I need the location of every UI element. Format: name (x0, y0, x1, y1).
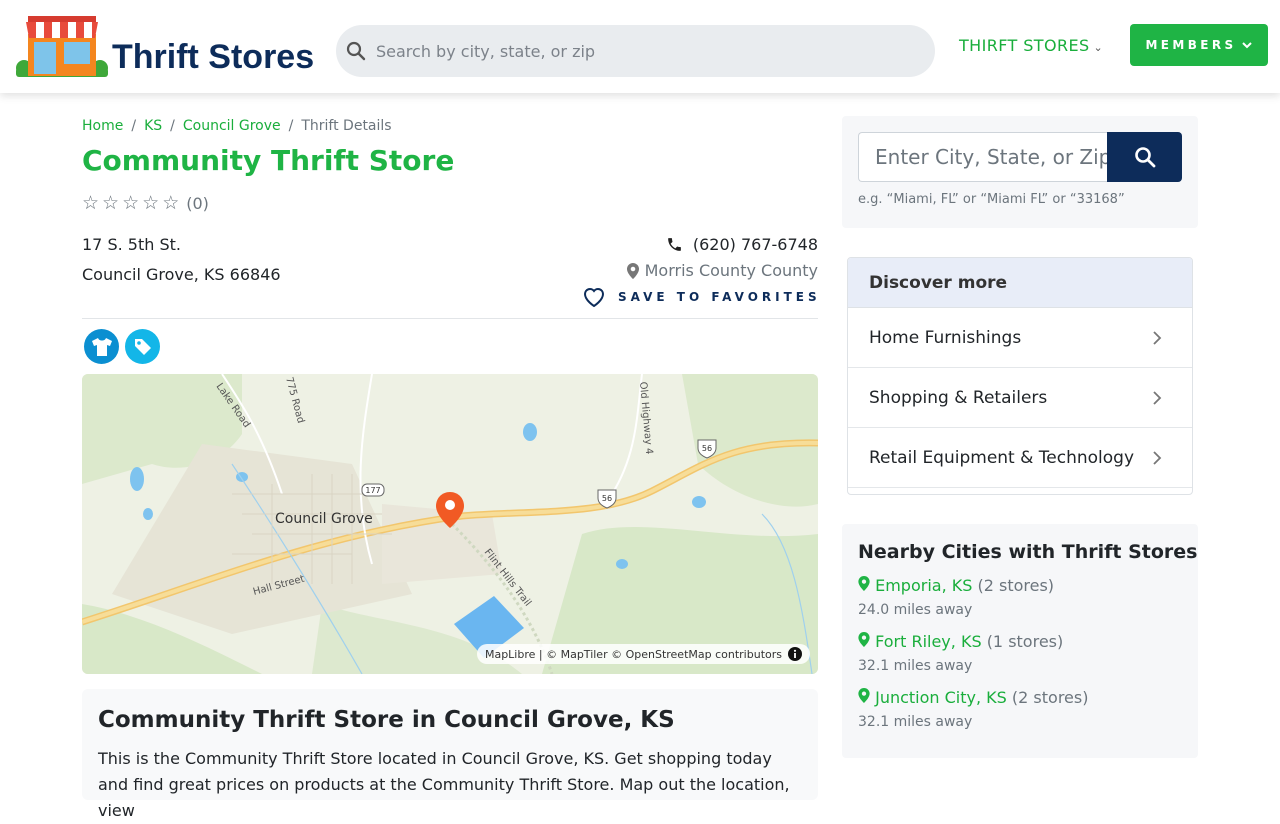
nav-thrift-stores-dropdown[interactable]: THIRFT STORES ⌄ (959, 36, 1103, 55)
search-icon (346, 41, 366, 61)
nearby-cities-title: Nearby Cities with Thrift Stores (858, 541, 1198, 563)
about-heading: Community Thrift Store in Council Grove,… (98, 707, 675, 733)
map-pin-icon (858, 688, 870, 703)
chevron-right-icon (1153, 330, 1162, 345)
page-title: Community Thrift Store (82, 144, 455, 177)
search-hint: e.g. “Miami, FL” or “Miami FL” or “33168… (858, 192, 1125, 207)
save-to-favorites-label: SAVE TO FAVORITES (618, 290, 821, 304)
discover-item-label: Retail Equipment & Technology (869, 447, 1135, 468)
site-header: Thrift Stores THIRFT STORES⌄ MEMBERS (0, 0, 1280, 93)
nearby-city-distance: 24.0 miles away (858, 602, 973, 618)
discover-item-label: Home Furnishings (869, 327, 1022, 348)
nearby-city-distance: 32.1 miles away (858, 714, 973, 730)
list-item: Emporia, KS (2 stores) (858, 576, 1054, 595)
map-canvas[interactable]: 177 56 56 Council Grove Lake Road 775 Ro… (82, 374, 818, 674)
map-pin-icon (858, 576, 870, 591)
chevron-right-icon (1153, 450, 1162, 465)
location-search-input[interactable] (858, 132, 1108, 182)
about-section: Community Thrift Store in Council Grove,… (82, 689, 818, 820)
map-attribution-text[interactable]: MapLibre | © MapTiler © OpenStreetMap co… (485, 648, 782, 661)
map-pin-icon (626, 262, 639, 279)
sidebar-search: e.g. “Miami, FL” or “Miami FL” or “33168… (842, 116, 1198, 228)
nearby-city-count: (2 stores) (977, 576, 1055, 595)
heart-icon (583, 288, 605, 308)
chevron-down-icon: ⌄ (1093, 41, 1104, 54)
header-search (336, 25, 935, 77)
route-56-label: 56 (702, 444, 712, 453)
brand-name: Thrift Stores (112, 38, 315, 76)
breadcrumb-current: Thrift Details (301, 118, 392, 134)
about-text: This is the Community Thrift Store locat… (98, 749, 790, 820)
rating-count: (0) (186, 193, 209, 213)
divider (82, 318, 818, 319)
star-icon[interactable]: ☆ (102, 192, 119, 214)
search-icon (1134, 147, 1155, 168)
map-attribution: MapLibre | © MapTiler © OpenStreetMap co… (476, 644, 810, 664)
nav-thrift-stores-label: THIRFT STORES (959, 36, 1090, 55)
map-pin-icon (858, 632, 870, 647)
rating-stars[interactable]: ☆ ☆ ☆ ☆ ☆ (0) (82, 192, 209, 214)
phone-link[interactable]: (620) 767-6748 (666, 235, 818, 254)
nearby-cities-panel: Nearby Cities with Thrift Stores Emporia… (842, 524, 1198, 758)
county-info: Morris County County (626, 261, 818, 280)
discover-item-home-furnishings[interactable]: Home Furnishings (848, 308, 1192, 368)
list-item: Fort Riley, KS (1 stores) (858, 632, 1063, 651)
tshirt-icon (91, 337, 112, 356)
star-icon[interactable]: ☆ (142, 192, 159, 214)
price-tag-category-badge[interactable] (125, 329, 160, 364)
list-item: Junction City, KS (2 stores) (858, 688, 1088, 707)
route-177-label: 177 (365, 486, 380, 495)
star-icon[interactable]: ☆ (122, 192, 139, 214)
nearby-city-link[interactable]: Emporia, KS (875, 576, 972, 595)
breadcrumb-state[interactable]: KS (144, 118, 162, 134)
price-tag-icon (134, 338, 151, 355)
info-icon[interactable] (788, 647, 802, 661)
discover-more-panel: Discover more Home Furnishings Shopping … (847, 257, 1193, 495)
members-button[interactable]: MEMBERS (1130, 24, 1268, 66)
phone-icon (667, 238, 681, 251)
breadcrumb-city[interactable]: Council Grove (183, 118, 281, 134)
breadcrumb: Home / KS / Council Grove / Thrift Details (82, 118, 392, 134)
chevron-right-icon (1153, 390, 1162, 405)
logo-link[interactable]: Thrift Stores (14, 14, 314, 78)
members-label: MEMBERS (1145, 38, 1237, 52)
route-177-shield: 177 (361, 483, 385, 497)
nearby-city-link[interactable]: Fort Riley, KS (875, 632, 982, 651)
discover-item-shopping-retailers[interactable]: Shopping & Retailers (848, 368, 1192, 428)
star-icon[interactable]: ☆ (82, 192, 99, 214)
map-town-label: Council Grove (275, 511, 373, 527)
discover-more-title: Discover more (848, 258, 1192, 308)
discover-item-retail-equipment[interactable]: Retail Equipment & Technology (848, 428, 1192, 488)
address-line-2: Council Grove, KS 66846 (82, 265, 281, 284)
nearby-city-link[interactable]: Junction City, KS (875, 688, 1007, 707)
discover-item-label: Shopping & Retailers (869, 387, 1048, 408)
store-map[interactable]: 177 56 56 Council Grove Lake Road 775 Ro… (82, 374, 818, 674)
save-to-favorites-button[interactable]: SAVE TO FAVORITES (582, 286, 821, 308)
nearby-city-distance: 32.1 miles away (858, 658, 973, 674)
nearby-city-count: (1 stores) (986, 632, 1064, 651)
phone-number: (620) 767-6748 (692, 235, 818, 254)
search-input[interactable] (376, 25, 916, 77)
clothing-category-badge[interactable] (84, 329, 119, 364)
star-icon[interactable]: ☆ (162, 192, 179, 214)
storefront-logo-icon (16, 16, 108, 77)
route-56-label: 56 (602, 494, 612, 503)
chevron-down-icon (1241, 42, 1252, 49)
nearby-city-count: (2 stores) (1011, 688, 1089, 707)
location-search-button[interactable] (1107, 132, 1182, 182)
breadcrumb-home[interactable]: Home (82, 118, 123, 134)
county-name: Morris County County (644, 261, 818, 280)
address-line-1: 17 S. 5th St. (82, 235, 181, 254)
